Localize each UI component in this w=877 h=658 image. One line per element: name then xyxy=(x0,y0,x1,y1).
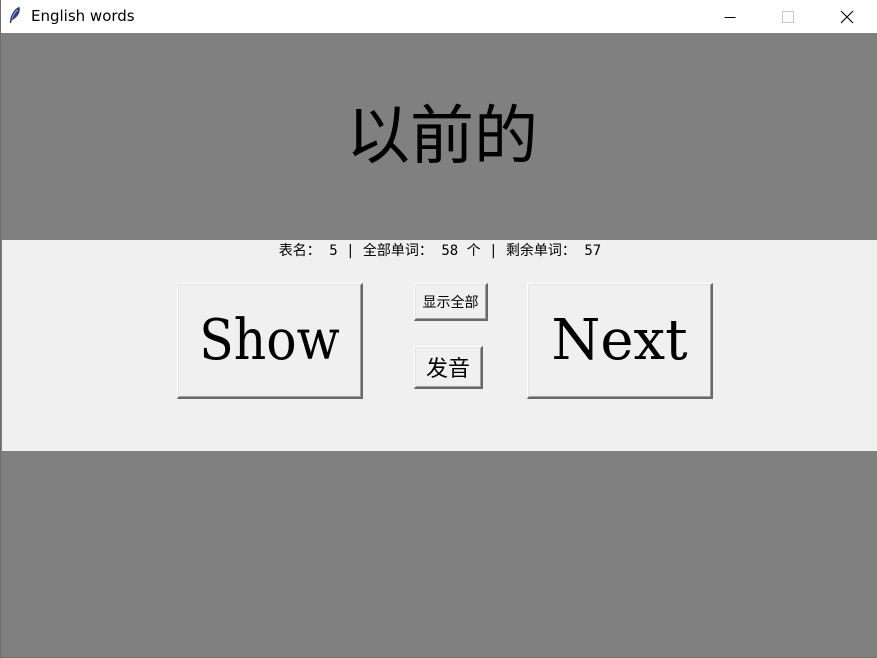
stats-label: 表名： 5 | 全部单词： 58 个 | 剩余单词： 57 xyxy=(278,243,602,259)
maximize-button[interactable] xyxy=(759,0,817,33)
title-bar[interactable]: English words xyxy=(1,0,877,33)
lower-empty-area xyxy=(2,451,877,657)
app-window: English words 以前的 表名： 5 | 全部单词： 58 个 | 剩… xyxy=(0,0,877,658)
maximize-icon xyxy=(782,10,794,23)
current-word: 以前的 xyxy=(346,100,538,174)
window-title: English words xyxy=(31,7,135,25)
close-icon xyxy=(840,10,854,23)
close-button[interactable] xyxy=(818,0,876,33)
show-button[interactable]: Show xyxy=(177,283,363,399)
pronounce-button[interactable]: 发音 xyxy=(414,346,483,389)
feather-icon xyxy=(7,6,23,26)
control-panel: 表名： 5 | 全部单词： 58 个 | 剩余单词： 57 Show 显示全部 … xyxy=(2,240,877,451)
show-all-button[interactable]: 显示全部 xyxy=(414,283,488,321)
next-button[interactable]: Next xyxy=(527,283,713,399)
word-display-area: 以前的 xyxy=(2,33,877,240)
minimize-icon xyxy=(724,16,736,18)
minimize-button[interactable] xyxy=(701,0,759,33)
